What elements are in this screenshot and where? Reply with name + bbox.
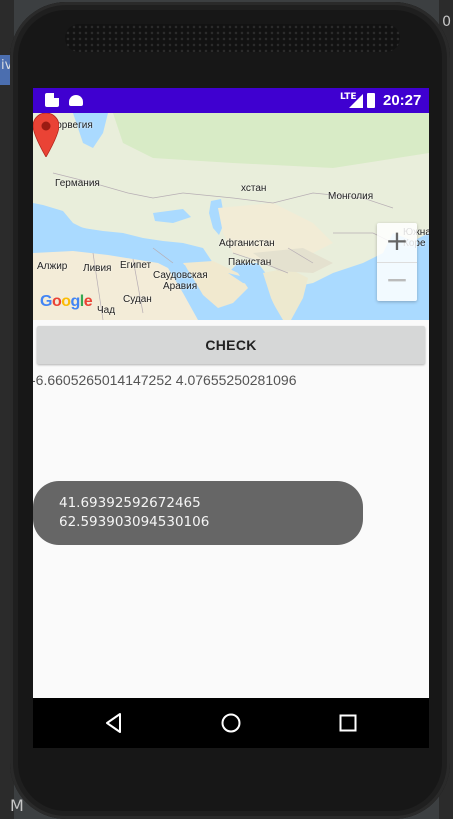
ide-bottom-text: M (10, 796, 24, 815)
google-logo: Google (40, 293, 93, 310)
signal-icon (349, 94, 363, 108)
map-view[interactable]: Норвегия Германия хстан Монголия Афганис… (33, 113, 429, 320)
map-label-algeria: Алжир (37, 261, 68, 272)
home-icon[interactable] (218, 710, 244, 736)
coordinates-text: -6.6605265014147252 4.07655250281096 (33, 372, 297, 388)
map-label-sudan: Судан (123, 294, 152, 305)
speaker-grille (65, 24, 400, 52)
ide-right-text: 0 (442, 14, 451, 30)
toast-message: 41.69392592672465 62.593903094530106 (33, 481, 363, 545)
sd-card-icon (45, 93, 59, 107)
map-label-egypt: Египет (120, 260, 152, 271)
map-label-saudi-2: Аравия (163, 281, 198, 292)
map-label-kazakhstan: хстан (241, 183, 267, 194)
android-icon (69, 95, 83, 106)
toast-longitude: 62.593903094530106 (59, 514, 210, 530)
map-label-chad: Чад (97, 305, 116, 316)
map-marker-icon[interactable] (33, 113, 59, 157)
recent-apps-icon[interactable] (335, 710, 361, 736)
map-tiles (33, 113, 429, 320)
device-screen: LTE 20:27 Норвегия Германия хстан Монгол… (33, 88, 429, 748)
back-icon[interactable] (101, 710, 127, 736)
map-label-mongolia: Монголия (328, 191, 374, 202)
navigation-bar (33, 698, 429, 748)
map-label-afghanistan: Афганистан (219, 238, 275, 249)
zoom-in-button[interactable]: + (377, 223, 417, 263)
map-label-pakistan: Пакистан (228, 257, 272, 268)
map-label-saudi-1: Саудовская (153, 270, 208, 281)
toast-latitude: 41.69392592672465 (59, 495, 201, 511)
battery-icon (367, 93, 375, 108)
map-label-libya: Ливия (83, 263, 112, 274)
map-label-germany: Германия (55, 178, 100, 189)
check-button[interactable]: CHECK (37, 326, 425, 364)
zoom-out-button[interactable]: − (377, 262, 417, 301)
zoom-controls: + − (377, 223, 417, 301)
status-bar: LTE 20:27 (33, 88, 429, 113)
status-time: 20:27 (383, 92, 422, 109)
